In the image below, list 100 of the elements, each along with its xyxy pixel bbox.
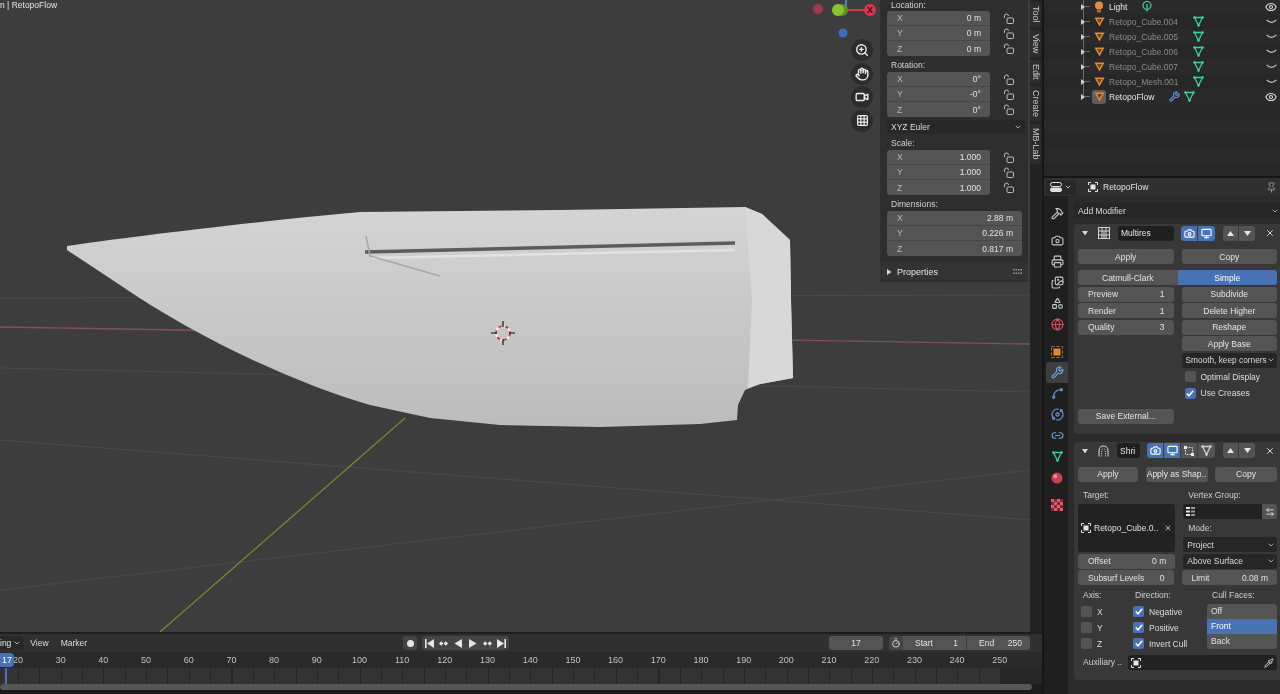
properties-tab[interactable] <box>1046 362 1068 383</box>
snap-mode-dropdown[interactable]: Above Surface <box>1183 553 1277 569</box>
toggle-button[interactable] <box>1181 225 1198 241</box>
padlock-icon[interactable] <box>1004 152 1014 163</box>
padlock-icon[interactable] <box>1004 28 1014 39</box>
menu-item[interactable]: Marker <box>60 636 88 650</box>
preview-range-button[interactable] <box>889 636 903 650</box>
checkbox[interactable] <box>1133 606 1144 617</box>
action-button[interactable]: Copy <box>1215 466 1277 482</box>
object-name[interactable]: Light <box>1109 1 1128 12</box>
camera-view-button[interactable] <box>851 86 873 108</box>
move-down-button[interactable] <box>1239 443 1255 458</box>
padlock-icon[interactable] <box>1004 89 1014 100</box>
target-field[interactable]: Retopo_Cube.0.. <box>1078 504 1176 552</box>
number-field[interactable]: Y 0 m <box>887 26 990 41</box>
sidebar-tab[interactable]: Tool <box>1030 2 1041 27</box>
eye-icon[interactable] <box>1265 0 1277 13</box>
invert-button[interactable] <box>1262 504 1277 519</box>
expand-arrow-icon[interactable] <box>1081 3 1085 10</box>
checkbox[interactable] <box>1081 622 1092 633</box>
object-name[interactable]: Retopo_Cube.006 <box>1109 46 1178 57</box>
action-button[interactable]: Apply <box>1078 466 1138 482</box>
number-field[interactable]: X 0° <box>887 72 990 87</box>
operation-button[interactable]: Apply Base <box>1181 336 1277 351</box>
drag-handle-icon[interactable] <box>1013 269 1022 274</box>
number-field[interactable]: Render 1 <box>1078 303 1174 318</box>
sidebar-tab[interactable]: View <box>1030 29 1041 57</box>
close-button[interactable] <box>1265 445 1275 456</box>
move-up-button[interactable] <box>1223 443 1239 458</box>
object-name[interactable]: Retopo_Cube.004 <box>1109 16 1178 27</box>
subpanel-title[interactable]: Properties <box>897 266 939 277</box>
closed-eye-icon[interactable] <box>1266 49 1277 54</box>
expand-arrow-icon[interactable] <box>1081 33 1085 40</box>
auto-keying-button[interactable] <box>403 636 417 650</box>
checkbox[interactable] <box>1081 638 1092 649</box>
modifier-name-field[interactable]: Multires <box>1118 225 1174 241</box>
segment-button[interactable]: Catmull-Clark <box>1078 270 1178 285</box>
rotation-mode-dropdown[interactable]: XYZ Euler <box>887 120 1025 134</box>
move-up-button[interactable] <box>1223 225 1239 241</box>
number-field[interactable]: Quality 3 <box>1078 319 1174 335</box>
disclosure-triangle-icon[interactable] <box>1082 230 1088 236</box>
eye-icon[interactable] <box>1265 90 1277 103</box>
sidebar-tab[interactable]: MB-Lab <box>1030 124 1041 164</box>
number-field[interactable]: Offset 0 m <box>1078 553 1176 569</box>
pan-button[interactable] <box>851 62 873 85</box>
action-button[interactable]: Apply as Shap.. <box>1145 466 1208 482</box>
toggle-button[interactable] <box>1198 225 1215 241</box>
toggle-button[interactable] <box>1164 443 1181 458</box>
menu-item[interactable]: View <box>30 636 49 650</box>
wrap-method-dropdown[interactable]: Project <box>1183 537 1277 552</box>
padlock-icon[interactable] <box>1004 104 1014 115</box>
number-field[interactable]: Z 0.817 m <box>887 241 1022 256</box>
clear-icon[interactable] <box>1164 524 1173 532</box>
light-bulb-icon[interactable] <box>1092 0 1106 14</box>
eyedropper-icon[interactable] <box>1264 657 1274 668</box>
checkbox[interactable] <box>1133 638 1144 649</box>
padlock-icon[interactable] <box>1004 13 1014 24</box>
cull-option[interactable]: Front <box>1207 619 1277 634</box>
modifier-name-field[interactable]: Shri <box>1117 443 1140 458</box>
number-field[interactable]: Z 0° <box>887 102 990 117</box>
zoom-button[interactable] <box>851 39 873 61</box>
number-field[interactable]: X 1.000 <box>887 150 990 165</box>
save-external-button[interactable]: Save External... <box>1078 408 1174 424</box>
disclosure-triangle-icon[interactable] <box>1082 447 1088 454</box>
playback-button[interactable] <box>451 636 466 650</box>
checkbox[interactable] <box>1184 371 1196 382</box>
operation-button[interactable]: Delete Higher <box>1181 303 1277 318</box>
lamp-icon[interactable] <box>1142 1 1153 12</box>
checkbox[interactable] <box>1184 387 1196 399</box>
playback-button[interactable] <box>480 636 495 650</box>
object-name[interactable]: Retopo_Cube.005 <box>1109 31 1178 42</box>
cull-option[interactable]: Off <box>1207 604 1277 619</box>
number-field[interactable]: X 0 m <box>887 11 990 26</box>
object-name[interactable]: RetopoFlow <box>1109 91 1155 102</box>
expand-arrow-icon[interactable] <box>1081 93 1085 100</box>
start-frame-field[interactable]: Start 1 <box>903 636 967 650</box>
number-field[interactable]: Preview 1 <box>1078 286 1174 302</box>
segment-button[interactable]: Simple <box>1177 270 1277 285</box>
action-button[interactable]: Apply <box>1078 249 1174 264</box>
expand-arrow-icon[interactable] <box>1081 78 1085 85</box>
auxiliary-target-field[interactable] <box>1128 655 1277 670</box>
wrench-icon[interactable] <box>1169 91 1181 102</box>
number-field[interactable]: Limit 0.08 m <box>1181 570 1277 585</box>
action-button[interactable]: Copy <box>1181 249 1277 264</box>
object-name[interactable]: Retopo_Mesh.001 <box>1109 76 1179 87</box>
padlock-icon[interactable] <box>1004 182 1014 193</box>
closed-eye-icon[interactable] <box>1266 79 1277 84</box>
number-field[interactable]: Subsurf Levels 0 <box>1078 570 1174 585</box>
add-modifier-dropdown[interactable]: Add Modifier <box>1074 203 1280 218</box>
playback-button[interactable] <box>422 636 437 650</box>
vertex-group-field[interactable] <box>1183 504 1262 519</box>
padlock-icon[interactable] <box>1004 74 1014 85</box>
axis-gizmo-drawing[interactable] <box>813 0 876 38</box>
checkbox[interactable] <box>1081 606 1092 617</box>
expand-arrow-icon[interactable] <box>1081 63 1085 70</box>
current-frame-field[interactable]: 17 <box>829 636 883 650</box>
editor-type-button[interactable] <box>1046 179 1076 195</box>
number-field[interactable]: Z 0 m <box>887 41 990 56</box>
number-field[interactable]: Y 0.226 m <box>887 226 1022 241</box>
end-frame-field[interactable]: End 250 <box>967 636 1030 650</box>
